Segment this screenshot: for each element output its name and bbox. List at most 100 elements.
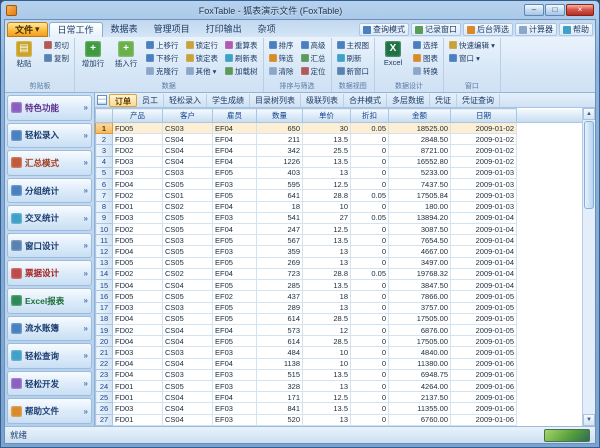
scrollbar-thumb[interactable] xyxy=(584,121,594,209)
cell[interactable]: EF04 xyxy=(213,134,257,145)
cell[interactable]: EF05 xyxy=(213,167,257,178)
table-tab-merge-mode[interactable]: 合并模式 xyxy=(344,94,387,107)
tab-daily-work[interactable]: 日常工作 xyxy=(49,22,103,37)
cell[interactable]: FD03 xyxy=(113,167,163,178)
cell[interactable]: 2009-01-05 xyxy=(451,302,517,313)
cell[interactable]: CS04 xyxy=(163,145,213,156)
advanced-filter-button[interactable]: 高级 xyxy=(299,39,328,51)
row-number[interactable]: 5 xyxy=(96,167,113,178)
cell[interactable]: 2137.50 xyxy=(389,392,451,403)
cell[interactable]: FD04 xyxy=(113,336,163,347)
scrollbar-track[interactable] xyxy=(583,210,595,414)
excel-button[interactable]: XExcel xyxy=(378,39,408,67)
cell[interactable]: 403 xyxy=(257,167,303,178)
cell[interactable]: FD01 xyxy=(113,381,163,392)
cell[interactable]: 19768.32 xyxy=(389,268,451,279)
cell[interactable]: EF04 xyxy=(213,145,257,156)
cell[interactable]: 2009-01-06 xyxy=(451,403,517,414)
cell[interactable]: 0.05 xyxy=(351,123,389,134)
sidebar-item-cross-stats[interactable]: 交叉统计» xyxy=(7,205,92,231)
cell[interactable]: 520 xyxy=(257,414,303,425)
column-header[interactable]: 日期 xyxy=(451,109,517,123)
cell[interactable]: 6948.75 xyxy=(389,369,451,380)
cell[interactable]: CS02 xyxy=(163,201,213,212)
row-number[interactable]: 21 xyxy=(96,347,113,358)
select-button[interactable]: 选择 xyxy=(411,39,440,51)
cell[interactable]: CS03 xyxy=(163,369,213,380)
cell[interactable]: 0 xyxy=(351,403,389,414)
cell[interactable]: FD01 xyxy=(113,201,163,212)
cell[interactable]: CS03 xyxy=(163,347,213,358)
cell[interactable]: 4667.00 xyxy=(389,246,451,257)
cell[interactable]: 12.5 xyxy=(303,179,351,190)
cell[interactable]: FD02 xyxy=(113,268,163,279)
paste-button[interactable]: ▤粘贴 xyxy=(9,39,39,69)
cell[interactable]: 171 xyxy=(257,392,303,403)
cell[interactable]: 17505.84 xyxy=(389,190,451,201)
cell[interactable]: 3847.50 xyxy=(389,280,451,291)
cell[interactable]: 289 xyxy=(257,302,303,313)
query-mode-button[interactable]: 查询模式 xyxy=(359,23,409,36)
cell[interactable]: 0 xyxy=(351,313,389,324)
cell[interactable]: 0 xyxy=(351,156,389,167)
cell[interactable]: FD03 xyxy=(113,403,163,414)
row-number[interactable]: 12 xyxy=(96,246,113,257)
cell[interactable]: 3757.00 xyxy=(389,302,451,313)
cell[interactable]: 4264.00 xyxy=(389,381,451,392)
cell[interactable]: 2009-01-05 xyxy=(451,313,517,324)
copy-button[interactable]: 复制 xyxy=(42,52,71,64)
cell[interactable]: 0 xyxy=(351,145,389,156)
cell[interactable]: 0.05 xyxy=(351,190,389,201)
cell[interactable]: CS02 xyxy=(163,268,213,279)
cell[interactable]: 25.5 xyxy=(303,145,351,156)
row-number[interactable]: 11 xyxy=(96,235,113,246)
cell[interactable]: 0 xyxy=(351,246,389,257)
cell[interactable]: 13.5 xyxy=(303,280,351,291)
column-header[interactable]: 单价 xyxy=(303,109,351,123)
row-number[interactable]: 23 xyxy=(96,369,113,380)
cell[interactable]: CS03 xyxy=(163,167,213,178)
cell[interactable]: FD03 xyxy=(113,212,163,223)
cell[interactable]: 359 xyxy=(257,246,303,257)
cell[interactable]: 3497.00 xyxy=(389,257,451,268)
cell[interactable]: 12 xyxy=(303,324,351,335)
help-button[interactable]: 帮助 xyxy=(559,23,593,36)
cell[interactable]: FD02 xyxy=(113,324,163,335)
sidebar-item-cash-book[interactable]: 流水账簿» xyxy=(7,316,92,342)
cell[interactable]: 0 xyxy=(351,324,389,335)
scroll-down-button[interactable]: ▼ xyxy=(583,414,595,426)
cell[interactable]: 2848.50 xyxy=(389,134,451,145)
cell[interactable]: 13.5 xyxy=(303,369,351,380)
cell[interactable]: 10 xyxy=(303,347,351,358)
cell[interactable]: FD05 xyxy=(113,235,163,246)
cell[interactable]: 2009-01-04 xyxy=(451,268,517,279)
cell[interactable]: 13894.20 xyxy=(389,212,451,223)
cell[interactable]: FD04 xyxy=(113,280,163,291)
cell[interactable]: 27 xyxy=(303,212,351,223)
cell[interactable]: 2009-01-04 xyxy=(451,280,517,291)
cell[interactable]: 0 xyxy=(351,235,389,246)
cell[interactable]: 2009-01-04 xyxy=(451,246,517,257)
cell[interactable]: 7654.50 xyxy=(389,235,451,246)
cell[interactable]: CS04 xyxy=(163,280,213,291)
cell[interactable]: 0 xyxy=(351,369,389,380)
insert-row-button[interactable]: +插入行 xyxy=(111,39,141,69)
row-number[interactable]: 16 xyxy=(96,291,113,302)
tab-data-table[interactable]: 数据表 xyxy=(103,22,146,37)
load-tree-button[interactable]: 加载树 xyxy=(223,65,260,77)
cell[interactable]: CS03 xyxy=(163,235,213,246)
cell[interactable]: 0.05 xyxy=(351,268,389,279)
row-number[interactable]: 19 xyxy=(96,324,113,335)
cell[interactable]: EF04 xyxy=(213,223,257,234)
tab-manage-project[interactable]: 管理项目 xyxy=(146,22,198,37)
table-tab-multi-level[interactable]: 多层数据 xyxy=(387,94,430,107)
filter-button[interactable]: 筛选 xyxy=(267,52,296,64)
sidebar-item-window-design[interactable]: 窗口设计» xyxy=(7,233,92,259)
cell[interactable]: EF04 xyxy=(213,123,257,134)
row-number[interactable]: 1 xyxy=(96,123,113,134)
column-header[interactable]: 折扣 xyxy=(351,109,389,123)
cell[interactable]: FD02 xyxy=(113,223,163,234)
cell[interactable]: 12.5 xyxy=(303,223,351,234)
cell[interactable]: EF04 xyxy=(213,358,257,369)
cell[interactable]: 17505.00 xyxy=(389,313,451,324)
